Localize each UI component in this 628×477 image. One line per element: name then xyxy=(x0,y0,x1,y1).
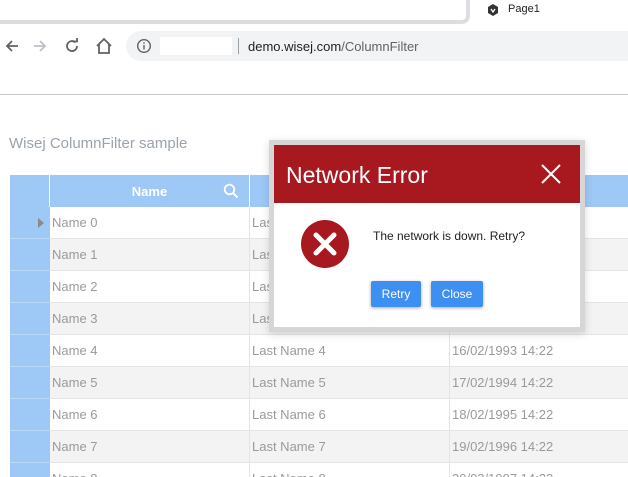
close-button[interactable]: Close xyxy=(431,281,483,307)
table-row[interactable]: Name 4 Last Name 4 16/02/1993 14:22 xyxy=(10,335,628,367)
row-header[interactable] xyxy=(10,399,50,431)
row-header[interactable] xyxy=(10,431,50,463)
row-header[interactable] xyxy=(10,207,50,239)
last-name-cell[interactable]: Last Name 4 xyxy=(250,335,450,367)
table-row[interactable]: Name 8Last Name 820/02/1997 14:22 xyxy=(10,463,628,477)
close-icon[interactable] xyxy=(540,163,562,185)
browser-toolbar: demo.wisej.com/ColumnFilter xyxy=(0,28,628,64)
row-header[interactable] xyxy=(10,303,50,335)
name-cell[interactable]: Name 7 xyxy=(50,431,250,463)
name-cell[interactable]: Name 6 xyxy=(50,399,250,431)
network-error-dialog: Network Error The network is down. Retry… xyxy=(269,140,585,332)
date-cell[interactable]: 17/02/1994 14:22 xyxy=(450,367,628,399)
address-separator xyxy=(238,38,239,54)
reload-icon[interactable] xyxy=(60,34,84,58)
last-name-cell[interactable]: Last Name 5 xyxy=(250,367,450,399)
name-cell[interactable]: Name 8 xyxy=(50,463,250,477)
table-row[interactable]: Name 5 Last Name 5 17/02/1994 14:22 xyxy=(10,367,628,399)
date-cell[interactable]: 20/02/1997 14:22 xyxy=(450,463,628,477)
wisej-logo-icon xyxy=(486,3,500,17)
retry-button[interactable]: Retry xyxy=(371,281,421,307)
date-cell[interactable]: 18/02/1995 14:22 xyxy=(450,399,628,431)
name-cell[interactable]: Name 0 xyxy=(50,207,250,239)
dialog-title: Network Error xyxy=(286,162,428,188)
forward-arrow-icon[interactable] xyxy=(28,34,52,58)
last-name-cell[interactable]: Last Name 6 xyxy=(250,399,450,431)
name-cell[interactable]: Name 1 xyxy=(50,239,250,271)
redacted-region xyxy=(160,37,232,55)
column-header-label: Name xyxy=(131,183,168,199)
name-cell[interactable]: Name 4 xyxy=(50,335,250,367)
row-header[interactable] xyxy=(10,463,50,477)
active-tab-area[interactable] xyxy=(0,0,470,24)
row-header-corner xyxy=(10,175,50,207)
site-info-icon[interactable] xyxy=(136,38,152,54)
date-cell[interactable]: 19/02/1996 14:22 xyxy=(450,431,628,463)
url-path: /ColumnFilter xyxy=(341,39,419,54)
last-name-cell[interactable]: Last Name 8 xyxy=(250,463,450,477)
row-header[interactable] xyxy=(10,239,50,271)
page-divider xyxy=(0,94,628,95)
last-name-cell[interactable]: Last Name 7 xyxy=(250,431,450,463)
tab-strip: Page1 xyxy=(0,0,628,28)
tab-title[interactable]: Page1 xyxy=(508,3,540,15)
column-header-name[interactable]: Name xyxy=(50,175,250,207)
row-header[interactable] xyxy=(10,367,50,399)
name-cell[interactable]: Name 2 xyxy=(50,271,250,303)
current-row-indicator-icon xyxy=(38,218,44,228)
table-row[interactable]: Name 7 Last Name 7 19/02/1996 14:22 xyxy=(10,431,628,463)
home-icon[interactable] xyxy=(92,34,116,58)
back-arrow-icon[interactable] xyxy=(0,34,24,58)
row-header[interactable] xyxy=(10,271,50,303)
dialog-message: The network is down. Retry? xyxy=(373,229,526,243)
browser-window: Page1 demo.wisej.com/ColumnFilter Wisej … xyxy=(0,0,628,477)
address-bar[interactable]: demo.wisej.com/ColumnFilter xyxy=(126,31,628,61)
name-cell[interactable]: Name 3 xyxy=(50,303,250,335)
error-icon xyxy=(300,219,350,269)
page-title: Wisej ColumnFilter sample xyxy=(9,135,188,152)
date-cell[interactable]: 16/02/1993 14:22 xyxy=(450,335,628,367)
name-cell[interactable]: Name 5 xyxy=(50,367,250,399)
dialog-header: Network Error xyxy=(274,145,580,203)
table-row[interactable]: Name 6 Last Name 6 18/02/1995 14:22 xyxy=(10,399,628,431)
url-host: demo.wisej.com xyxy=(248,39,342,54)
row-header[interactable] xyxy=(10,335,50,367)
url-text[interactable]: demo.wisej.com/ColumnFilter xyxy=(248,39,419,54)
search-icon[interactable] xyxy=(223,183,239,199)
